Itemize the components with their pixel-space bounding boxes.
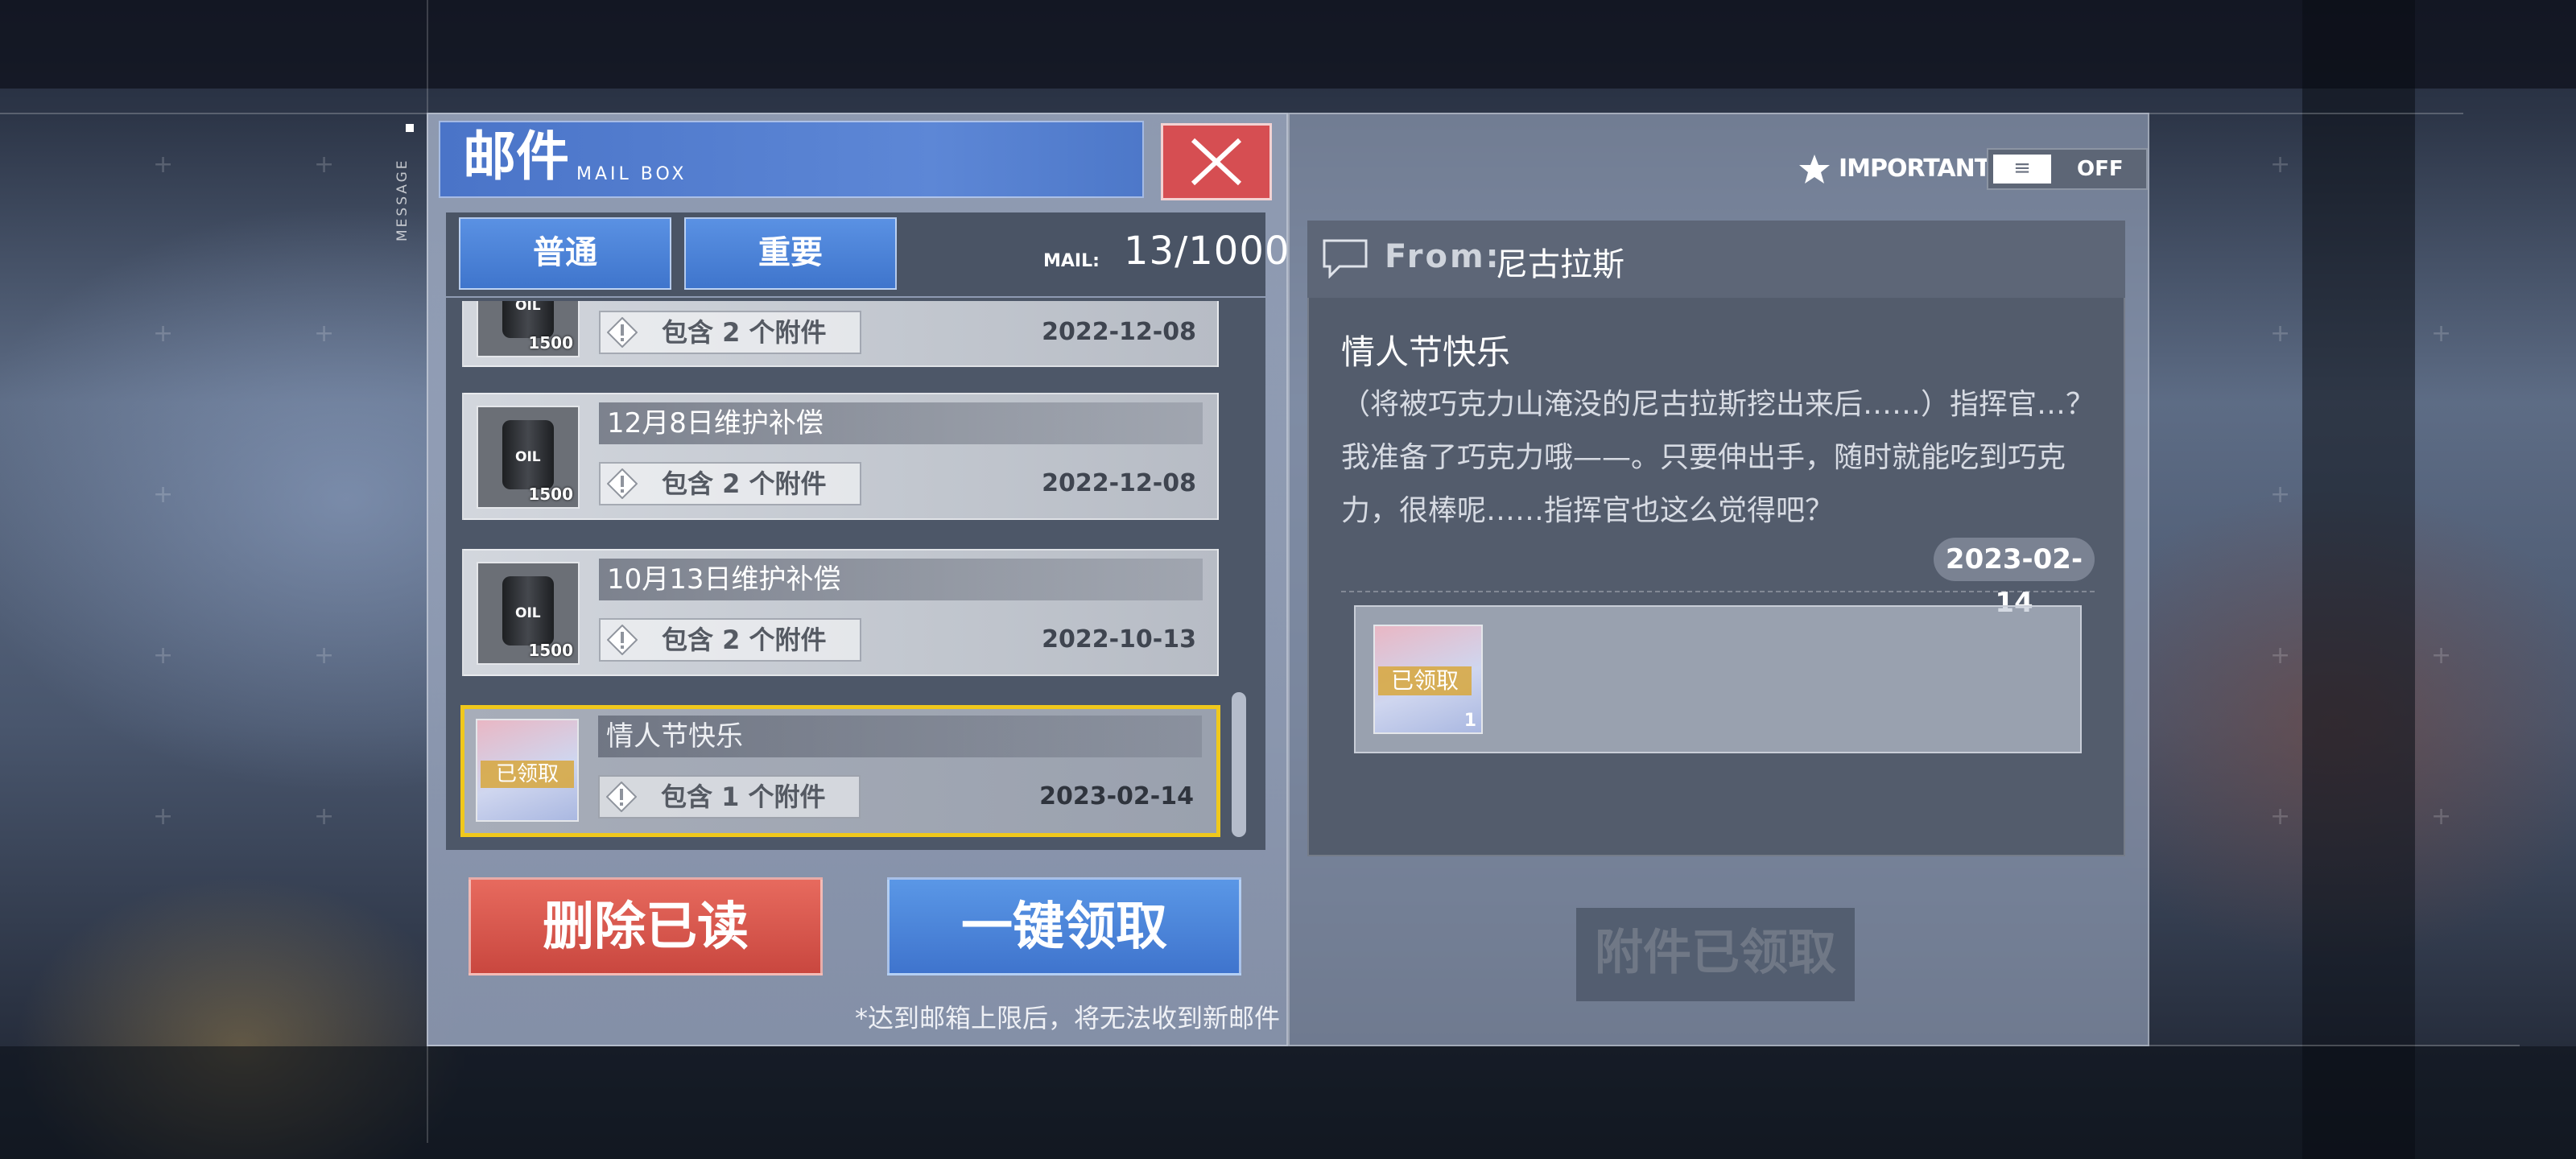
- claim-all-button[interactable]: 一键领取: [887, 877, 1241, 975]
- attachment-info: 包含 2 个附件: [599, 618, 861, 662]
- item-quantity: 1: [1463, 711, 1476, 731]
- sender-name: 尼古拉斯: [1496, 246, 1624, 283]
- exclamation-icon: [607, 317, 638, 348]
- grid-cross: +: [314, 151, 335, 179]
- grid-cross: +: [2431, 320, 2452, 348]
- close-button[interactable]: [1161, 123, 1272, 200]
- item-quantity: 1500: [528, 333, 573, 353]
- mail-date: 2022-12-08: [1042, 469, 1196, 497]
- mail-title: 情人节快乐: [598, 716, 1202, 757]
- background-pillar: [2302, 0, 2415, 1159]
- close-icon: [1191, 138, 1242, 186]
- grid-cross: +: [153, 802, 174, 831]
- exclamation-icon: [607, 468, 638, 499]
- character-gift-icon: 已领取: [476, 719, 579, 822]
- item-label: OIL: [515, 449, 541, 465]
- mail-item[interactable]: OIL 1500 10月13日维护补偿 包含 2 个附件 2022-10-13: [462, 549, 1219, 676]
- attachment-count: 包含 1 个附件: [661, 782, 826, 812]
- grid-cross: +: [2270, 641, 2291, 670]
- bottom-hud-bar: [0, 1046, 2576, 1159]
- oil-item-icon: OIL 1500: [477, 406, 580, 509]
- mail-item[interactable]: OIL 1500 12月8日维护补偿 包含 2 个附件 2022-12-08: [462, 393, 1219, 520]
- grid-cross: +: [153, 320, 174, 348]
- oil-barrel-icon: OIL: [502, 420, 554, 489]
- claimed-badge: 已领取: [1378, 666, 1472, 695]
- mail-count-label: MAIL:: [1043, 251, 1100, 271]
- attachment-info: 包含 2 个附件: [599, 462, 861, 505]
- important-toggle[interactable]: ≡ OFF: [1987, 148, 2148, 190]
- grid-cross: +: [314, 802, 335, 831]
- grid-cross: +: [314, 320, 335, 348]
- top-hud-bar: [0, 0, 2576, 89]
- divider: [1341, 591, 2095, 592]
- oil-item-icon: OIL 1500: [477, 562, 580, 665]
- exclamation-icon: [606, 782, 637, 812]
- item-label: OIL: [515, 605, 541, 621]
- sender-label: From:: [1385, 238, 1501, 275]
- mail-date: 2022-10-13: [1042, 625, 1196, 654]
- item-quantity: 1500: [528, 485, 573, 504]
- exclamation-icon: [607, 625, 638, 655]
- grid-cross: +: [153, 151, 174, 179]
- grid-cross: +: [2431, 641, 2452, 670]
- mail-count: 13/1000: [1124, 229, 1290, 274]
- page-subtitle: MAIL BOX: [576, 164, 687, 184]
- grid-cross: +: [153, 481, 174, 509]
- chat-bubble-icon: [1323, 239, 1368, 278]
- attachment-item[interactable]: 已领取 1: [1373, 625, 1483, 734]
- message-body: （将被巧克力山淹没的尼古拉斯挖出来后……）指挥官…？我准备了巧克力哦——。只要伸…: [1341, 388, 2095, 527]
- grid-cross: +: [2431, 802, 2452, 831]
- item-quantity: 1500: [528, 641, 573, 660]
- side-label-marker: [406, 124, 414, 132]
- side-label-text: MESSAGE: [394, 158, 411, 241]
- mail-title: 12月8日维护补偿: [599, 402, 1203, 444]
- grid-cross: +: [2270, 151, 2291, 179]
- list-scrollbar[interactable]: [1232, 692, 1246, 837]
- mail-title: 10月13日维护补偿: [599, 559, 1203, 600]
- mail-date: 2023-02-14: [1039, 782, 1194, 810]
- grid-cross: +: [2270, 802, 2291, 831]
- important-filter-label: IMPORTANT: [1839, 155, 1991, 183]
- attachment-info: 包含 1 个附件: [598, 775, 861, 819]
- grid-cross: +: [2270, 481, 2291, 509]
- attachment-info: 包含 2 个附件: [599, 311, 861, 354]
- tab-important[interactable]: 重要: [684, 217, 897, 290]
- attachment-count: 包含 2 个附件: [662, 317, 827, 348]
- oil-barrel-icon: OIL: [502, 576, 554, 645]
- page-title: 邮件: [463, 126, 569, 188]
- claimed-badge: 已领取: [481, 761, 574, 788]
- tab-normal[interactable]: 普通: [459, 217, 671, 290]
- message-title: 情人节快乐: [1341, 332, 1511, 372]
- attachment-count: 包含 2 个附件: [662, 468, 827, 499]
- grid-cross: +: [314, 641, 335, 670]
- delete-read-button[interactable]: 删除已读: [469, 877, 823, 975]
- mail-item-selected[interactable]: 已领取 情人节快乐 包含 1 个附件 2023-02-14: [460, 705, 1220, 837]
- toggle-knob: ≡: [1993, 155, 2051, 184]
- mailbox-limit-note: *达到邮箱上限后，将无法收到新邮件: [854, 1003, 1280, 1033]
- mail-date: 2022-12-08: [1042, 318, 1196, 346]
- grid-cross: +: [153, 641, 174, 670]
- attachment-count: 包含 2 个附件: [662, 625, 827, 655]
- message-date: 2023-02-14: [1934, 538, 2095, 619]
- side-label: MESSAGE: [394, 121, 419, 250]
- toggle-state: OFF: [2077, 157, 2124, 181]
- attachment-claimed-button: 附件已领取: [1576, 908, 1855, 1001]
- star-icon: [1799, 155, 1830, 184]
- grid-cross: +: [2270, 320, 2291, 348]
